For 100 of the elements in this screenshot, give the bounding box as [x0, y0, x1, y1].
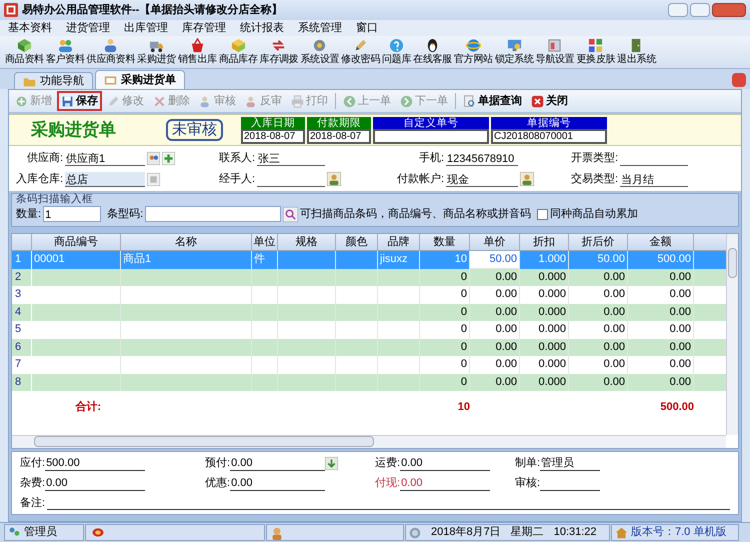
plus-icon[interactable] [162, 152, 175, 164]
input-field[interactable]: 总店 [65, 172, 145, 186]
menu-item[interactable]: 系统管理 [298, 20, 342, 36]
grid-icon[interactable] [147, 172, 160, 186]
house-icon [615, 526, 628, 539]
input-field[interactable]: 12345678910 [446, 150, 518, 166]
arrow-icon[interactable] [325, 457, 338, 470]
input-field[interactable] [373, 128, 489, 144]
total-value: 10 [456, 400, 470, 415]
toolbar-button[interactable]: 商品资料 [4, 38, 45, 68]
field-label: 备注: [20, 496, 46, 511]
toolbar-button[interactable]: 在线客服 [412, 38, 453, 68]
horizontal-scrollbar[interactable] [12, 435, 726, 448]
input-field[interactable]: 供应商1 [65, 150, 145, 166]
table-row[interactable]: 8 0 0.00 0.000 0.00 0.00 [12, 374, 726, 391]
column-header[interactable]: 颜色 [336, 234, 378, 250]
table-row[interactable]: 6 0 0.00 0.000 0.00 0.00 [12, 338, 726, 356]
input-field[interactable]: 当月结 [620, 172, 688, 186]
input-field[interactable] [145, 206, 282, 222]
total-label: 合计: [74, 400, 102, 415]
toolbar-button[interactable]: 问题库 [381, 38, 412, 68]
field-label: 联系人: [218, 150, 255, 166]
toolbar-button[interactable]: 库存调拨 [258, 38, 300, 68]
toolbar-button[interactable]: 保存 [57, 91, 102, 111]
input-field[interactable]: 0.00 [230, 476, 326, 490]
input-field[interactable]: 0.00 [400, 456, 490, 470]
column-header[interactable]: 商品编号 [32, 234, 121, 250]
field-label: 付现: [375, 476, 400, 492]
toolbar-button[interactable]: 锁定系统 [494, 38, 535, 68]
input-field[interactable]: 500.00 [45, 456, 146, 470]
version-text: 版本号：7.0 单机版 [631, 525, 726, 540]
toolbar-button[interactable]: 修改密码 [340, 38, 382, 68]
user-name: 管理员 [24, 525, 57, 540]
column-header[interactable]: 金额 [628, 234, 694, 250]
table-row[interactable]: 2 0 0.00 0.000 0.00 0.00 [12, 268, 726, 286]
row-number: 8 [12, 374, 32, 391]
person-icon[interactable] [327, 172, 341, 186]
toolbar-button[interactable]: 单据查询 [459, 91, 526, 111]
column-header[interactable]: 折后价 [569, 234, 628, 250]
question-icon [389, 38, 404, 53]
menu-item[interactable]: 库存管理 [182, 20, 226, 36]
menu-item[interactable]: 窗口 [356, 20, 378, 36]
pencil-icon [353, 38, 368, 53]
field-label: 数量: [16, 207, 42, 222]
person-icon[interactable] [520, 172, 534, 186]
status-weekday: 星期二 [510, 525, 544, 540]
toolbar-button[interactable]: 供应商资料 [86, 38, 136, 68]
toolbar-button[interactable]: 更换皮肤 [575, 38, 616, 68]
field-header: 付款期限 [307, 116, 371, 128]
menu-item[interactable]: 出库管理 [124, 20, 168, 36]
vertical-scrollbar[interactable] [726, 234, 738, 435]
scrollbar-thumb[interactable] [34, 436, 374, 447]
checkbox[interactable] [537, 208, 548, 220]
toolbar-button[interactable]: 商品库存 [218, 38, 259, 68]
people-icon [103, 38, 118, 53]
input-field[interactable]: 2018-08-07 [241, 128, 305, 144]
input-field[interactable]: 张三 [257, 150, 325, 166]
magnifier-icon[interactable] [283, 206, 298, 222]
column-header[interactable]: 单价 [470, 234, 520, 250]
field-label: 开票类型: [570, 150, 618, 166]
input-field[interactable]: 2018-08-07 [307, 128, 371, 144]
close-button[interactable] [712, 3, 746, 17]
column-header[interactable]: 数量 [420, 234, 470, 250]
checkbox-label: 同种商品自动累加 [550, 206, 638, 222]
tab[interactable]: 功能导航 [14, 72, 93, 89]
column-header[interactable]: 规格 [278, 234, 336, 250]
toolbar-button[interactable]: 销售出库 [176, 38, 218, 68]
tab[interactable]: 采购进货单 [95, 70, 185, 89]
table-row[interactable]: 1 00001 商品1 件 jisuxz 10 50.00 1.000 50.00 500.00 [12, 251, 726, 268]
toolbar-button[interactable]: 导航设置 [534, 38, 576, 68]
column-header[interactable]: 品牌 [378, 234, 420, 250]
toolbar-button[interactable]: 官方网站 [452, 38, 494, 68]
people-icon[interactable] [147, 152, 160, 164]
monitor-icon [506, 38, 522, 53]
input-field[interactable]: 1 [43, 206, 102, 222]
toolbar-button[interactable]: 客户资料 [44, 38, 86, 68]
close-tab-button[interactable] [732, 73, 746, 87]
menu-item[interactable]: 基本资料 [8, 20, 52, 36]
input-field[interactable]: CJ201808070001 [491, 128, 607, 144]
column-header[interactable]: 名称 [121, 234, 252, 250]
menu-item[interactable]: 统计报表 [240, 20, 284, 36]
toolbar-button[interactable]: 系统设置 [299, 38, 340, 68]
window-icon [547, 38, 562, 53]
menu-item[interactable]: 进货管理 [66, 20, 110, 36]
field-label: 手机: [418, 150, 444, 166]
toolbar-button[interactable]: 采购进货 [136, 38, 177, 68]
table-row[interactable]: 4 0 0.00 0.000 0.00 0.00 [12, 304, 726, 321]
toolbar-button[interactable]: 关闭 [527, 91, 572, 111]
group-title: 条码扫描输入框 [16, 194, 94, 205]
input-field[interactable]: 0.00 [45, 476, 146, 490]
minimize-button[interactable] [668, 3, 688, 17]
input-field[interactable]: 管理员 [540, 456, 600, 470]
cube-icon [230, 38, 246, 53]
column-header[interactable]: 单位 [252, 234, 278, 250]
input-field[interactable]: 0.00 [400, 476, 490, 490]
scrollbar-thumb[interactable] [728, 248, 737, 278]
input-field[interactable]: 现金 [446, 172, 518, 186]
toolbar-button[interactable]: 退出系统 [616, 38, 657, 68]
column-header[interactable]: 折扣 [520, 234, 569, 250]
maximize-button[interactable] [690, 3, 710, 17]
